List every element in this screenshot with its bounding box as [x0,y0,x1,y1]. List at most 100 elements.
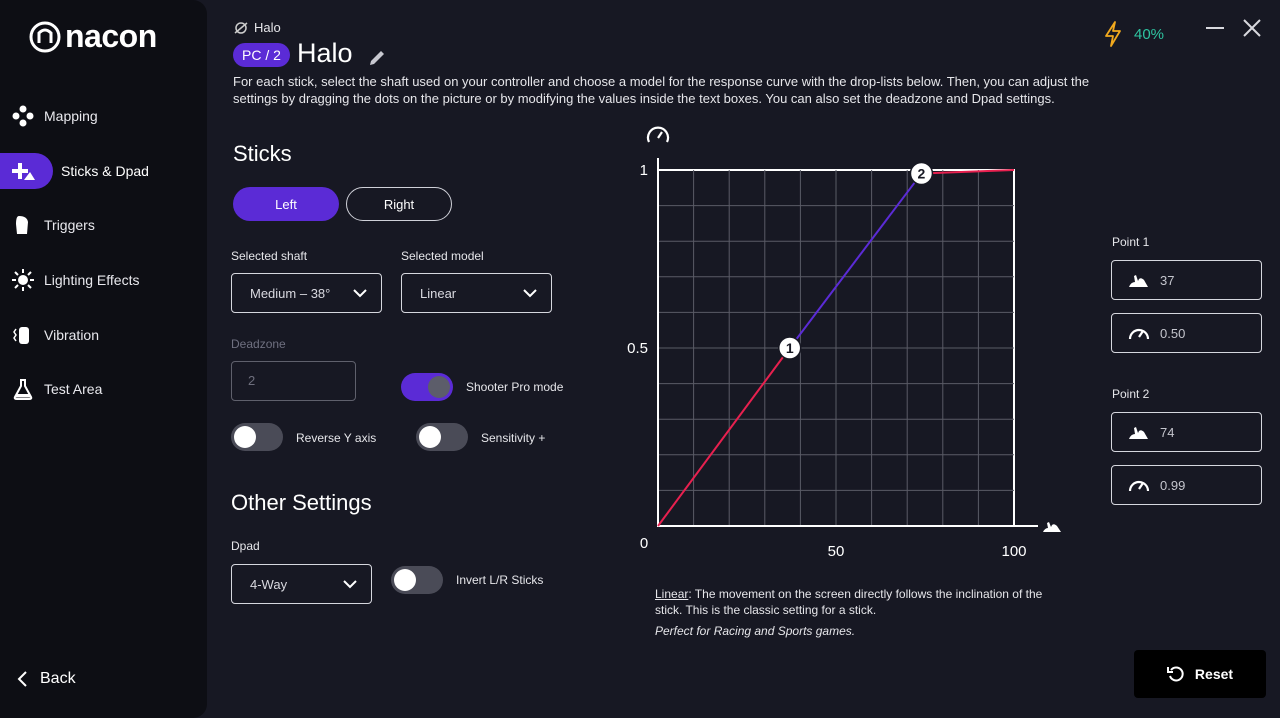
reset-icon [1166,666,1184,682]
dpad-select[interactable]: 4-Way [231,564,372,604]
chevron-down-icon [343,580,357,589]
point1-x-input[interactable]: 37 [1111,260,1262,300]
sidebar-item-vibration[interactable]: Vibration [0,317,99,353]
invert-sticks-toggle[interactable] [391,566,443,594]
shooter-pro-label: Shooter Pro mode [466,380,564,394]
reset-button[interactable]: Reset [1134,650,1266,698]
sidebar-item-label: Triggers [44,217,95,233]
response-curve-svg: 1 2 0 50 100 1 0.5 [627,126,1061,560]
deadzone-input[interactable]: 2 [231,361,356,401]
sidebar-item-label: Vibration [44,327,100,343]
battery-status: 40% [1102,20,1164,48]
sidebar-item-lighting[interactable]: Lighting Effects [0,262,139,298]
point2-y-input[interactable]: 0.99 [1111,465,1262,505]
model-value: Linear [420,285,457,301]
sidebar-item-label: Test Area [44,381,103,397]
point1-label: Point 1 [1112,235,1150,249]
reset-label: Reset [1194,666,1234,682]
curve-segment [657,347,791,527]
curve-description: Linear: The movement on the screen direc… [655,586,1055,618]
chevron-down-icon [523,289,537,298]
sidebar-item-label: Mapping [44,108,98,124]
point1-y-value: 0.50 [1160,325,1186,341]
flask-icon [10,376,36,402]
light-icon [10,267,36,293]
sidebar-item-sticks-dpad[interactable] [0,153,53,189]
model-select[interactable]: Linear [401,273,552,313]
point2-label: Point 2 [1112,387,1150,401]
game-icon [234,21,248,34]
invert-sticks-label: Invert L/R Sticks [456,573,544,587]
toggle-knob [419,426,441,448]
x-tick-label: 50 [828,543,845,560]
battery-percent: 40% [1134,25,1165,43]
back-button[interactable]: Back [16,670,76,688]
curve-description-text: : The movement on the screen directly fo… [655,587,1043,617]
chevron-down-icon [353,289,367,298]
stick-tilt-icon [1129,427,1148,439]
dpad-value: 4-Way [250,576,288,592]
gamepad-icon [10,103,36,129]
curve-model-name: Linear [655,587,689,601]
shaft-select[interactable]: Medium – 38° [231,273,382,313]
curve-note: Perfect for Racing and Sports games. [655,624,856,638]
nacon-logo: nacon [29,18,157,55]
deadzone-label: Deadzone [231,337,286,351]
stick-icon [10,158,36,184]
sidebar-item-mapping[interactable]: Mapping [0,98,98,134]
sidebar: nacon Mapping Sticks & Dpad Triggers Lig… [0,0,207,718]
game-line: Halo [234,20,281,35]
toggle-knob [428,376,450,398]
right-stick-button[interactable]: Right [346,187,452,221]
close-button[interactable] [1240,16,1264,40]
other-settings-title: Other Settings [231,490,372,515]
sensitivity-toggle[interactable] [416,423,468,451]
sidebar-item-triggers[interactable]: Triggers [0,207,95,243]
gauge-icon [1128,480,1150,492]
point2-x-value: 74 [1160,424,1175,440]
shaft-label: Selected shaft [231,249,308,263]
platform-pill: PC / 2 [233,43,290,67]
close-icon [1243,19,1261,37]
description: For each stick, select the shaft used on… [233,74,1090,106]
sticks-title: Sticks [233,141,292,166]
profile-name: Halo [297,38,353,68]
sidebar-item-label: Sticks & Dpad [61,163,149,179]
model-label: Selected model [401,249,484,263]
reverse-y-toggle[interactable] [231,423,283,451]
chart-ticks: 0 50 100 1 0.5 [627,162,1026,560]
curve-point[interactable]: 1 [777,336,802,360]
minimize-button[interactable] [1203,16,1227,40]
gauge-icon [1128,328,1150,340]
game-name: Halo [254,20,281,35]
point1-x-value: 37 [1160,272,1175,288]
gauge-icon [646,126,670,143]
toggle-knob [394,569,416,591]
minimize-icon [1206,27,1224,29]
y-tick-label: 0.5 [627,340,648,357]
reverse-y-label: Reverse Y axis [296,431,377,445]
left-stick-button[interactable]: Left [233,187,339,221]
y-tick-label: 1 [640,162,648,179]
logo-text: nacon [65,18,157,54]
nacon-logo-icon [29,21,61,52]
curve-point-label: 1 [786,340,794,356]
sidebar-item-test-area[interactable]: Test Area [0,371,102,407]
shaft-value: Medium – 38° [250,285,331,301]
stick-tilt-icon [1043,522,1061,532]
toggle-knob [234,426,256,448]
dpad-label: Dpad [231,539,260,553]
point1-y-input[interactable]: 0.50 [1111,313,1262,353]
x-tick-label: 100 [1001,543,1026,560]
point2-x-input[interactable]: 74 [1111,412,1262,452]
curve-point[interactable]: 2 [909,161,934,186]
point2-y-value: 0.99 [1160,477,1186,493]
trigger-icon [10,212,36,238]
response-curve-chart[interactable]: 1 2 0 50 100 1 0.5 [600,120,1080,580]
curve-point-label: 2 [918,166,926,182]
shooter-pro-toggle[interactable] [401,373,453,401]
chart-grid [657,158,1038,527]
edit-icon[interactable] [367,48,387,68]
back-label: Back [40,670,76,687]
vibration-icon [10,322,36,348]
